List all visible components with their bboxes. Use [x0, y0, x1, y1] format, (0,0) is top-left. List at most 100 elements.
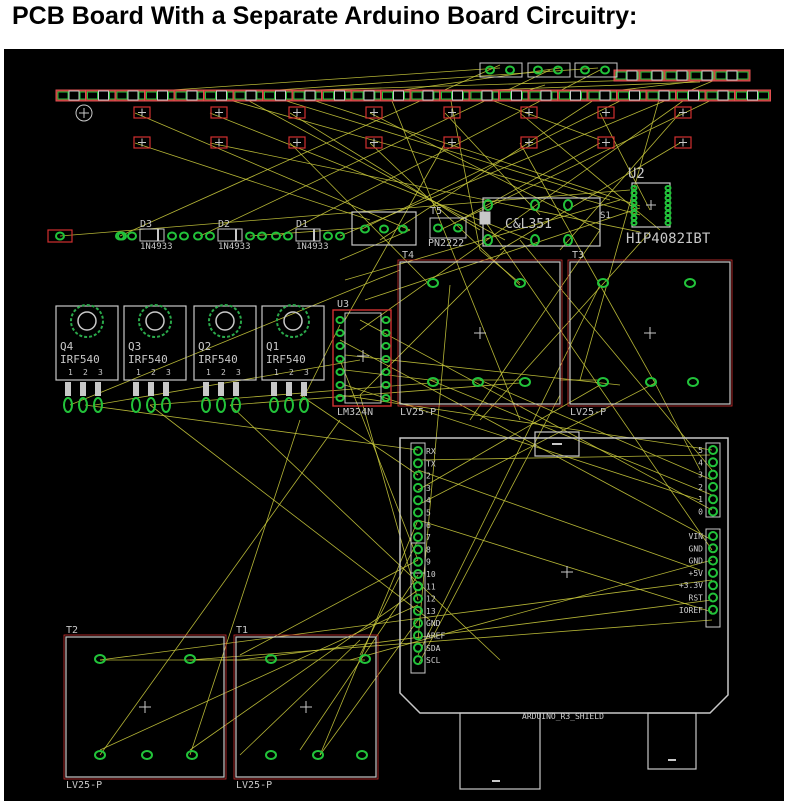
arduino-pin-label: GND — [689, 544, 704, 553]
arduino-pin-label: 1 — [698, 495, 703, 504]
mosfet-lead — [301, 382, 307, 396]
sensor-pad — [141, 750, 153, 760]
arduino-pin — [413, 495, 423, 506]
resistor-pad — [500, 91, 511, 100]
arduino-pin-label: GND — [426, 619, 441, 628]
arduino-pin — [708, 481, 718, 492]
capacitor-plus — [370, 108, 378, 117]
resistor-pad — [665, 71, 677, 80]
airwire — [99, 604, 419, 751]
resistor-pad — [677, 91, 688, 100]
airwire — [479, 379, 713, 481]
arduino-pin-label: TX — [426, 459, 436, 468]
mosfet-ref: Q3 — [128, 340, 141, 353]
sensor-plus — [644, 327, 656, 339]
mosfet-pin-label: 1 — [68, 368, 73, 377]
resistor-pad — [736, 91, 747, 100]
mosfet-hole — [145, 311, 165, 331]
mosfet-hole — [283, 311, 303, 331]
mosfet-lead — [133, 382, 139, 396]
resistor-pad — [470, 91, 482, 100]
driver-pin — [630, 200, 638, 206]
resistor-mark — [422, 90, 434, 101]
resistor-mark — [599, 90, 611, 101]
arduino-pin — [708, 457, 718, 468]
mosfet-ref: Q2 — [198, 340, 211, 353]
header-pad — [580, 65, 590, 75]
opamp-pin — [335, 394, 345, 402]
opamp-pin — [335, 316, 345, 324]
sensor-ref: T1 — [236, 625, 248, 636]
resistor-pad — [690, 71, 702, 80]
sensor-pad — [687, 377, 699, 387]
driver-pin — [664, 215, 672, 221]
mosfet-pin-label: 3 — [236, 368, 241, 377]
sensor-pad — [427, 278, 439, 288]
capacitor-plus — [602, 138, 610, 147]
arduino-pin-label: 9 — [426, 558, 431, 567]
resistor-mark — [216, 90, 227, 101]
resistor-mark — [570, 90, 581, 101]
switch-pad — [483, 234, 493, 246]
airwire — [319, 619, 419, 756]
resistor-mark — [157, 90, 168, 101]
diode-value: 1N4933 — [140, 242, 173, 252]
arduino-pin — [413, 507, 423, 518]
switch-value: C&L351 — [505, 217, 552, 232]
mosfet-pad — [161, 397, 171, 413]
airwire — [349, 559, 713, 661]
driver-pin — [664, 200, 672, 206]
resistor-pad — [640, 71, 652, 80]
sensor-pad — [312, 750, 324, 760]
opamp-pin — [335, 381, 345, 389]
arduino-pin-label: VIN — [689, 532, 704, 541]
resistor-pad — [116, 91, 128, 100]
switch-tab — [479, 211, 491, 225]
airwire — [99, 419, 341, 756]
mosfet-pad — [216, 397, 226, 413]
airwire — [559, 112, 681, 251]
arduino-pin — [413, 470, 423, 481]
mosfet-lead — [163, 382, 169, 396]
airwire — [359, 95, 631, 231]
switch-pad — [563, 199, 573, 211]
mosfet-lead — [203, 382, 209, 396]
mosfet-value: IRF540 — [60, 353, 100, 366]
arduino-pin — [413, 642, 423, 653]
resistor-mark — [726, 70, 738, 81]
driver-pin — [664, 220, 672, 226]
mosfet-pin-label: 1 — [206, 368, 211, 377]
diode-pad — [167, 231, 177, 241]
mosfet-lead — [271, 382, 277, 396]
header-pad — [485, 65, 495, 75]
diode-pad — [127, 231, 137, 241]
transistor-t5-outline — [429, 217, 467, 239]
arduino-pin — [413, 482, 423, 493]
opamp-value: LM324N — [337, 407, 373, 418]
transistor-pad — [379, 224, 389, 234]
resistor-pad — [352, 91, 364, 100]
mosfet-lead — [65, 382, 71, 396]
resistor-mark — [68, 90, 80, 101]
airwire — [229, 404, 501, 661]
arduino-pin-label: SCL — [426, 656, 441, 665]
capacitor-plus — [525, 138, 533, 147]
resistor-pad — [323, 91, 334, 100]
capacitor-plus — [293, 138, 301, 147]
airwire — [289, 142, 431, 286]
mosfet-pad — [299, 397, 309, 413]
resistor-mark — [275, 90, 286, 101]
pcb-layout: D3 1N4933 D2 1N4933 D1 1N4933 T5 PN2222 C&L351 S1… — [47, 62, 771, 791]
sensor-pad — [427, 377, 439, 387]
mosfet-pin-label: 3 — [304, 368, 309, 377]
opamp-pin — [335, 329, 345, 337]
airwire — [339, 359, 419, 561]
resistor-mark — [626, 70, 638, 81]
arduino-pin — [413, 569, 423, 579]
sensor-value: LV25-P — [570, 407, 606, 418]
mosfet-heatsink-hole — [138, 304, 172, 338]
resistor-pad — [559, 91, 570, 100]
sensor-pad — [684, 278, 696, 288]
resistor-mark — [688, 90, 699, 101]
arduino-pin — [708, 469, 718, 480]
